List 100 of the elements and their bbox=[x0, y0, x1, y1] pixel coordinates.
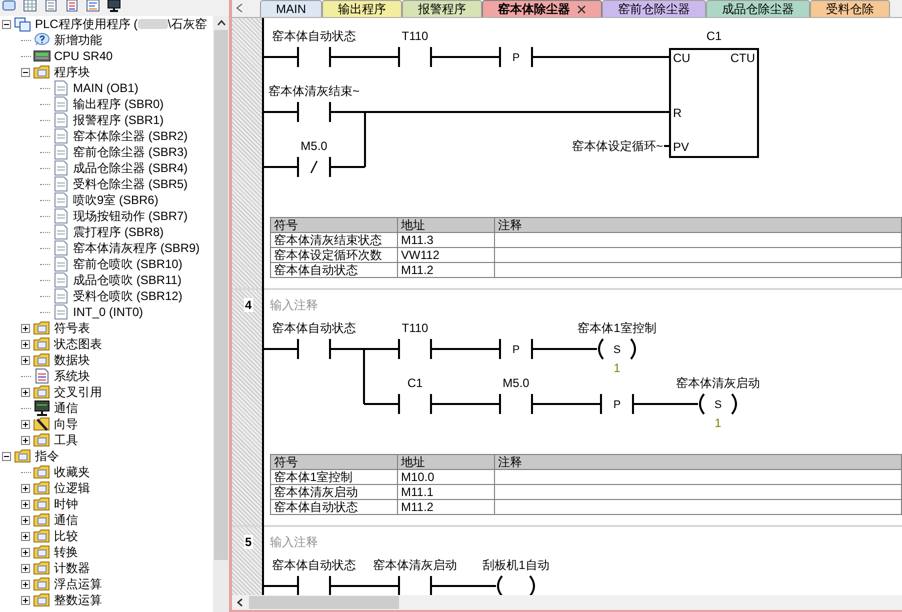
tree-item[interactable]: PLC程序使用程序 ( bbox=[35, 16, 138, 33]
tag-icon[interactable] bbox=[2, 0, 16, 12]
expand-toggle[interactable] bbox=[21, 420, 30, 428]
column-header: 地址 bbox=[398, 218, 494, 232]
pin-label: R bbox=[673, 106, 682, 120]
tree-item[interactable]: 时钟 bbox=[54, 495, 78, 513]
expand-toggle[interactable] bbox=[21, 580, 30, 588]
tree-item[interactable]: 交叉引用 bbox=[54, 383, 102, 401]
scrollbar[interactable] bbox=[213, 16, 229, 612]
tree-item[interactable]: 通信 bbox=[54, 399, 78, 417]
wire-line bbox=[431, 585, 496, 587]
tree-item[interactable]: 系统块 bbox=[54, 367, 90, 385]
counter-name: C1 bbox=[706, 29, 722, 43]
tree-item[interactable]: 位逻辑 bbox=[54, 479, 90, 497]
tab[interactable]: 报警程序 bbox=[402, 0, 482, 17]
expand-toggle[interactable] bbox=[21, 436, 30, 444]
wire-line bbox=[330, 56, 399, 58]
magic-wand-icon bbox=[33, 416, 51, 432]
table-cell: 窑本体自动状态 bbox=[270, 500, 398, 514]
page-icon bbox=[52, 192, 70, 208]
tree-item[interactable]: 状态图表 bbox=[54, 335, 102, 353]
tree-item[interactable]: 数据块 bbox=[54, 351, 90, 369]
expand-toggle[interactable] bbox=[2, 20, 11, 28]
tree-item[interactable]: 指令 bbox=[35, 447, 59, 465]
tree-item[interactable]: CPU SR40 bbox=[54, 47, 113, 65]
contact-symbol bbox=[297, 339, 331, 359]
tree-item[interactable]: 向导 bbox=[54, 415, 78, 433]
tree-item[interactable]: 窑本体除尘器 (SBR2) bbox=[73, 127, 188, 145]
tree-item[interactable]: 收藏夹 bbox=[54, 463, 90, 481]
document-icon[interactable] bbox=[86, 0, 100, 12]
close-icon[interactable] bbox=[577, 4, 586, 14]
tree-item[interactable]: 输出程序 (SBR0) bbox=[73, 95, 164, 113]
tree-item[interactable]: 现场按钮动作 (SBR7) bbox=[73, 207, 188, 225]
wire-line bbox=[664, 145, 670, 147]
coil-count: 1 bbox=[714, 416, 722, 430]
column-header: 符号 bbox=[270, 218, 398, 232]
counter-type: CTU bbox=[730, 51, 755, 65]
operand-label: M5.0 bbox=[502, 376, 530, 390]
expand-toggle[interactable] bbox=[21, 564, 30, 572]
expand-toggle[interactable] bbox=[21, 532, 30, 540]
tree-item[interactable]: 符号表 bbox=[54, 319, 90, 337]
scroll-left-icon[interactable] bbox=[236, 3, 244, 13]
tree-item[interactable]: 喷吹9室 (SBR6) bbox=[73, 191, 158, 209]
list-icon[interactable] bbox=[65, 0, 79, 12]
operand-label: 窑本体清灰启动 bbox=[676, 376, 760, 390]
tree-item[interactable]: 整数运算 bbox=[54, 591, 102, 609]
scrollbar-thumb[interactable] bbox=[249, 596, 399, 609]
coil-symbol bbox=[497, 575, 535, 595]
tree-item[interactable]: 比较 bbox=[54, 527, 78, 545]
expand-toggle[interactable] bbox=[21, 596, 30, 604]
scroll-up-icon[interactable] bbox=[216, 20, 226, 26]
scroll-left-icon[interactable] bbox=[237, 598, 243, 607]
expand-toggle[interactable] bbox=[21, 68, 30, 76]
tree-item[interactable]: 窑前仓喷吹 (SBR10) bbox=[73, 255, 182, 273]
folder-icon bbox=[14, 448, 32, 464]
tree-item[interactable]: 受料仓喷吹 (SBR12) bbox=[73, 287, 182, 305]
expand-toggle[interactable] bbox=[21, 340, 30, 348]
expand-toggle[interactable] bbox=[21, 356, 30, 364]
table-icon[interactable] bbox=[23, 0, 37, 12]
tab[interactable]: 受料仓除 bbox=[810, 0, 890, 17]
tab[interactable]: MAIN bbox=[260, 0, 322, 17]
expand-toggle[interactable] bbox=[21, 484, 30, 492]
tree-item[interactable]: 新增功能 bbox=[54, 31, 102, 49]
table-cell: M11.2 bbox=[398, 262, 494, 278]
tree-item[interactable]: 受料仓除尘器 (SBR5) bbox=[73, 175, 188, 193]
tree-item[interactable]: 窑本体清灰程序 (SBR9) bbox=[73, 239, 200, 257]
tab[interactable]: 窑前仓除尘器 bbox=[602, 0, 706, 17]
cpu-module-icon bbox=[33, 48, 51, 64]
operand-label: T110 bbox=[402, 321, 428, 335]
tree-item[interactable]: 窑前仓除尘器 (SBR3) bbox=[73, 143, 188, 161]
tab[interactable]: 窑本体除尘器 bbox=[482, 0, 602, 17]
tree-item[interactable]: 成品仓除尘器 (SBR4) bbox=[73, 159, 188, 177]
folder-icon bbox=[33, 352, 51, 368]
tree-item[interactable]: INT_0 (INT0) bbox=[73, 303, 144, 321]
tree-item[interactable]: 浮点运算 bbox=[54, 575, 102, 593]
operand-label: 窑本体1室控制 bbox=[578, 321, 656, 335]
expand-toggle[interactable] bbox=[21, 500, 30, 508]
table-cell: M11.1 bbox=[398, 484, 494, 500]
expand-toggle[interactable] bbox=[21, 324, 30, 332]
tree-item[interactable]: 计数器 bbox=[54, 559, 90, 577]
expand-toggle[interactable] bbox=[21, 388, 30, 396]
tab[interactable]: 成品仓除尘器 bbox=[706, 0, 810, 17]
expand-toggle[interactable] bbox=[21, 516, 30, 524]
tree-item[interactable]: 报警程序 (SBR1) bbox=[73, 111, 164, 129]
tree-item[interactable]: 成品仓喷吹 (SBR11) bbox=[73, 271, 182, 289]
tree-item[interactable]: 震打程序 (SBR8) bbox=[73, 223, 164, 241]
tree-item[interactable]: MAIN (OB1) bbox=[73, 79, 138, 97]
expand-toggle[interactable] bbox=[21, 548, 30, 556]
tree-item[interactable]: 通信 bbox=[54, 511, 78, 529]
monitor-icon[interactable] bbox=[107, 0, 121, 12]
expand-toggle[interactable] bbox=[2, 452, 11, 460]
folder-icon bbox=[33, 320, 51, 336]
folder-icon bbox=[33, 576, 51, 592]
folder-icon bbox=[33, 480, 51, 496]
tree-item[interactable]: 转换 bbox=[54, 543, 78, 561]
tree-item[interactable]: 程序块 bbox=[54, 63, 90, 81]
scrollbar-thumb[interactable] bbox=[214, 30, 228, 560]
tree-item[interactable]: 工具 bbox=[54, 431, 78, 449]
tab[interactable]: 输出程序 bbox=[322, 0, 402, 17]
list-icon[interactable] bbox=[44, 0, 58, 12]
